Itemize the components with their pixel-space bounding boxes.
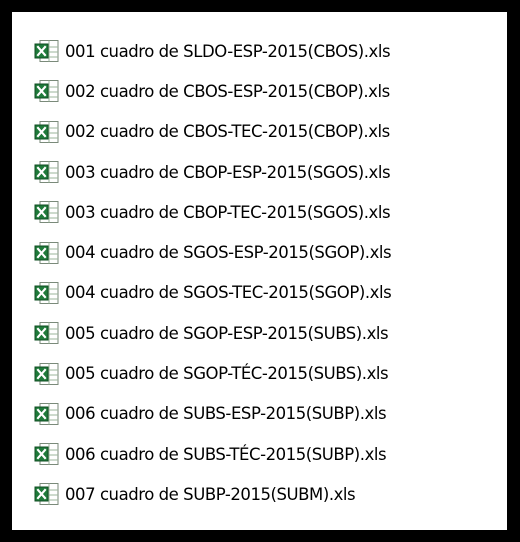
file-item[interactable]: 001 cuadro de SLDO-ESP-2015(CBOS).xls — [34, 31, 507, 71]
file-name: 006 cuadro de SUBS-TÉC-2015(SUBP).xls — [65, 444, 387, 464]
file-name: 001 cuadro de SLDO-ESP-2015(CBOS).xls — [65, 41, 391, 61]
excel-file-icon — [34, 402, 59, 425]
excel-file-icon — [34, 322, 59, 345]
excel-file-icon — [34, 483, 59, 506]
excel-file-icon — [34, 80, 59, 103]
excel-file-icon — [34, 40, 59, 63]
file-item[interactable]: 002 cuadro de CBOS-ESP-2015(CBOP).xls — [34, 71, 507, 111]
file-name: 005 cuadro de SGOP-ESP-2015(SUBS).xls — [65, 323, 389, 343]
file-item[interactable]: 004 cuadro de SGOS-ESP-2015(SGOP).xls — [34, 232, 507, 272]
file-name: 003 cuadro de CBOP-TEC-2015(SGOS).xls — [65, 202, 391, 222]
file-item[interactable]: 003 cuadro de CBOP-TEC-2015(SGOS).xls — [34, 192, 507, 232]
file-list: 001 cuadro de SLDO-ESP-2015(CBOS).xls 00… — [34, 31, 507, 515]
excel-file-icon — [34, 281, 59, 304]
file-name: 005 cuadro de SGOP-TÉC-2015(SUBS).xls — [65, 364, 389, 384]
file-item[interactable]: 004 cuadro de SGOS-TEC-2015(SGOP).xls — [34, 273, 507, 313]
file-item[interactable]: 005 cuadro de SGOP-ESP-2015(SUBS).xls — [34, 313, 507, 353]
file-name: 006 cuadro de SUBS-ESP-2015(SUBP).xls — [65, 404, 387, 424]
excel-file-icon — [34, 201, 59, 224]
file-name: 002 cuadro de CBOS-TEC-2015(CBOP).xls — [65, 122, 390, 142]
file-item[interactable]: 002 cuadro de CBOS-TEC-2015(CBOP).xls — [34, 112, 507, 152]
excel-file-icon — [34, 241, 59, 264]
file-list-panel: 001 cuadro de SLDO-ESP-2015(CBOS).xls 00… — [12, 12, 507, 530]
file-item[interactable]: 007 cuadro de SUBP-2015(SUBM).xls — [34, 474, 507, 514]
file-name: 004 cuadro de SGOS-TEC-2015(SGOP).xls — [65, 283, 392, 303]
file-name: 004 cuadro de SGOS-ESP-2015(SGOP).xls — [65, 243, 392, 263]
excel-file-icon — [34, 161, 59, 184]
excel-file-icon — [34, 443, 59, 466]
file-name: 007 cuadro de SUBP-2015(SUBM).xls — [65, 484, 356, 504]
file-item[interactable]: 006 cuadro de SUBS-TÉC-2015(SUBP).xls — [34, 434, 507, 474]
file-name: 002 cuadro de CBOS-ESP-2015(CBOP).xls — [65, 81, 390, 101]
file-item[interactable]: 005 cuadro de SGOP-TÉC-2015(SUBS).xls — [34, 353, 507, 393]
file-item[interactable]: 003 cuadro de CBOP-ESP-2015(SGOS).xls — [34, 152, 507, 192]
excel-file-icon — [34, 362, 59, 385]
file-item[interactable]: 006 cuadro de SUBS-ESP-2015(SUBP).xls — [34, 394, 507, 434]
excel-file-icon — [34, 120, 59, 143]
file-name: 003 cuadro de CBOP-ESP-2015(SGOS).xls — [65, 162, 391, 182]
